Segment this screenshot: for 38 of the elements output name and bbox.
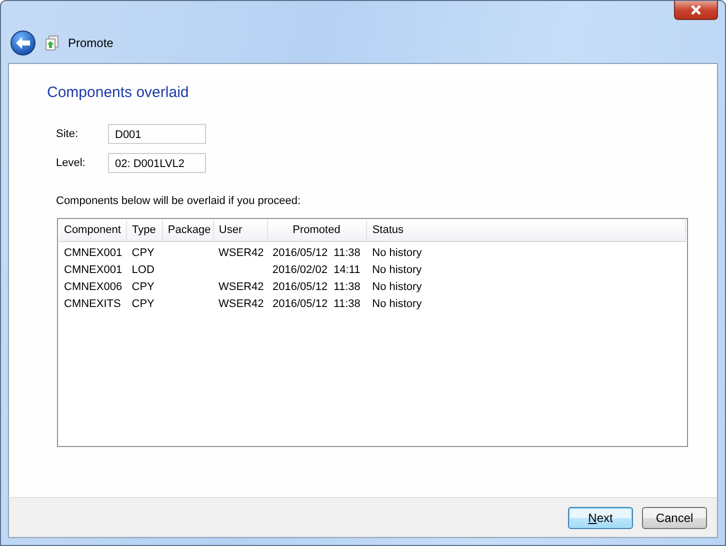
table-cell-text: No history [371, 297, 423, 312]
table-cell-text: 2016/05/12 11:38 [272, 297, 362, 312]
table-cell-text: CMNEX006 [63, 280, 124, 295]
table-cell-text: CPY [130, 297, 156, 312]
table-cell-text: LOD [130, 263, 156, 278]
close-button[interactable] [674, 1, 718, 20]
column-header[interactable]: Promoted [268, 220, 368, 241]
table-cell-text: CMNEXITS [63, 297, 122, 312]
column-header[interactable]: Component [59, 220, 127, 241]
table-cell-text: WSER42 [218, 297, 265, 312]
input-field[interactable]: D001 [108, 124, 206, 144]
table-cell-text: 2016/05/12 11:38 [272, 280, 362, 295]
column-header[interactable]: Package [162, 220, 214, 241]
column-header[interactable]: Type [127, 220, 163, 241]
table-cell-text: CMNEX001 [63, 246, 124, 261]
table-cell-text: WSER42 [218, 280, 265, 295]
window-title: Promote [68, 36, 114, 50]
page-heading: Components overlaid [47, 84, 190, 101]
table-cell-text: CPY [130, 280, 156, 295]
field-label: Level: [56, 157, 86, 169]
table-cell-text: No history [371, 280, 423, 295]
table-cell-text: 2016/02/02 14:11 [271, 263, 362, 278]
column-header[interactable]: User [214, 220, 268, 241]
table-cell-text: CMNEX001 [63, 263, 124, 278]
dialog-button[interactable]: Cancel [642, 506, 707, 528]
instruction-text: Components below will be overlaid if you proceed: [56, 195, 302, 207]
table-cell-text: 2016/05/12 11:38 [272, 246, 362, 261]
dialog-button[interactable]: Next [568, 506, 633, 528]
close-icon [689, 5, 703, 15]
upload-icon [44, 35, 60, 51]
table-cell-text: CPY [130, 246, 156, 261]
input-field[interactable]: 02: D001LVL2 [108, 153, 206, 173]
column-header[interactable]: Status [367, 220, 686, 241]
table-cell-text: No history [371, 246, 423, 261]
back-button[interactable] [10, 30, 36, 56]
table-cell-text: WSER42 [218, 246, 265, 261]
table-cell-text: No history [371, 263, 423, 278]
field-label: Site: [56, 128, 80, 140]
